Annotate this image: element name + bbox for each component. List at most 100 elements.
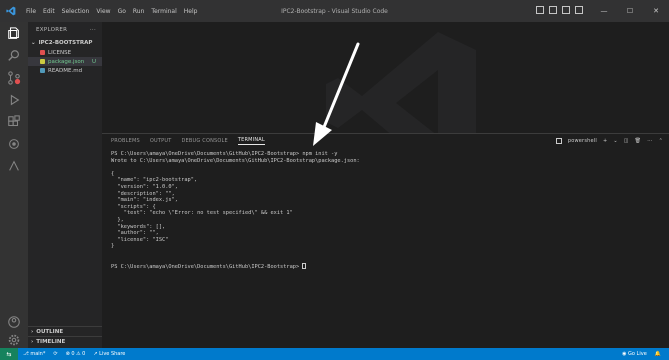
maximize-icon[interactable]: ☐ <box>617 0 643 22</box>
terminal-icon <box>555 138 562 144</box>
window-controls: — ☐ ✕ <box>591 0 669 22</box>
chevron-down-icon[interactable]: ⌄ <box>613 138 617 144</box>
terminal-line: PS C:\Users\amaya\OneDrive\Documents\Git… <box>111 151 338 157</box>
remote-indicator-icon[interactable]: ⇆ <box>0 348 18 360</box>
explorer-icon[interactable] <box>6 26 22 42</box>
git-graph-icon[interactable] <box>6 158 22 174</box>
title-bar: File Edit Selection View Go Run Terminal Help I… <box>0 0 669 22</box>
git-status-badge: U <box>91 58 96 65</box>
outline-label: OUTLINE <box>36 328 64 335</box>
tab-terminal[interactable]: TERMINAL <box>237 137 265 145</box>
terminal-line: "name": "ipc2-bootstrap", <box>111 177 198 184</box>
menu-item-edit[interactable]: Edit <box>43 8 55 15</box>
terminal-cursor[interactable] <box>302 263 307 270</box>
menu-item-view[interactable]: View <box>96 8 110 15</box>
file-name: README.md <box>48 67 83 74</box>
more-icon[interactable]: ··· <box>647 138 652 144</box>
workspace-folder[interactable]: ⌄ IPC2-BOOTSTRAP <box>28 38 102 48</box>
go-live-button[interactable]: ◉ Go Live <box>622 351 647 357</box>
layout-controls <box>536 6 583 14</box>
toggle-sidebar-icon[interactable] <box>536 6 544 14</box>
tab-debug-console[interactable]: DEBUG CONSOLE <box>181 138 227 144</box>
search-icon[interactable] <box>6 48 22 64</box>
file-name: package.json <box>48 58 85 65</box>
menu-bar: File Edit Selection View Go Run Terminal Help <box>26 8 197 15</box>
timeline-section[interactable]: › TIMELINE <box>28 336 102 346</box>
menu-item-go[interactable]: Go <box>118 8 126 15</box>
outline-section[interactable]: › OUTLINE <box>28 326 102 336</box>
explorer-header: EXPLORER ··· <box>28 22 102 38</box>
chevron-right-icon: › <box>31 328 34 335</box>
file-item[interactable]: package.json U <box>28 57 102 66</box>
branch-label: main* <box>30 351 46 357</box>
terminal-line: "test": "echo \"Error: no test specified… <box>111 210 293 217</box>
menu-item-selection[interactable]: Selection <box>62 8 90 15</box>
terminal-prompt: PS C:\Users\amaya\OneDrive\Documents\Git… <box>111 264 303 271</box>
vscode-logo-icon <box>0 0 22 22</box>
trash-icon[interactable]: 🗑 <box>635 138 642 144</box>
explorer-title: EXPLORER <box>36 27 68 33</box>
notifications-bell-icon[interactable]: 🔔 <box>655 351 661 357</box>
chevron-up-icon[interactable]: ⌃ <box>659 138 663 144</box>
terminal-line: "description": "", <box>111 190 175 197</box>
file-item[interactable]: README.md <box>28 66 102 75</box>
toggle-panel-icon[interactable] <box>549 6 557 14</box>
source-control-icon[interactable] <box>6 70 22 86</box>
chevron-right-icon: › <box>31 338 34 345</box>
sync-icon[interactable]: ⟳ <box>53 351 57 357</box>
customize-layout-icon[interactable] <box>575 6 583 14</box>
terminal-line: "keywords": [], <box>111 223 166 230</box>
terminal-line: "scripts": { <box>111 203 156 210</box>
settings-gear-icon[interactable] <box>6 332 22 348</box>
new-terminal-icon[interactable]: + <box>603 138 607 144</box>
status-bar: ⇆ ⎇ main* ⟳ ⊗ 0 ⚠ 0 ↗ Live Share ◉ Go Li… <box>0 348 669 360</box>
terminal-line: }, <box>111 216 124 223</box>
explorer-sidebar: EXPLORER ··· ⌄ IPC2-BOOTSTRAP LICENSE pac… <box>28 22 102 348</box>
json-icon <box>40 59 45 64</box>
remote-explorer-icon[interactable] <box>6 136 22 152</box>
file-name: LICENSE <box>48 49 72 56</box>
shell-label[interactable]: powershell <box>568 138 597 144</box>
vscode-watermark-icon <box>326 32 476 133</box>
terminal-line: } <box>111 243 115 250</box>
minimize-icon[interactable]: — <box>591 0 617 22</box>
terminal-line: "license": "ISC" <box>111 236 169 243</box>
terminal-line: "author": "", <box>111 230 159 237</box>
more-actions-icon[interactable]: ··· <box>90 27 96 33</box>
folder-label: IPC2-BOOTSTRAP <box>38 40 93 46</box>
terminal-prompt-line: PS C:\Users\amaya\OneDrive\Documents\Git… <box>111 263 660 271</box>
menu-item-run[interactable]: Run <box>133 8 145 15</box>
close-icon[interactable]: ✕ <box>643 0 669 22</box>
problems-status[interactable]: ⊗ 0 ⚠ 0 <box>66 351 86 357</box>
terminal-line: { <box>111 170 115 177</box>
go-live-label: Go Live <box>628 351 647 357</box>
tab-problems[interactable]: PROBLEMS <box>111 138 140 144</box>
terminal-line: Wrote to C:\Users\amaya\OneDrive\Documen… <box>111 157 360 164</box>
panel-actions: powershell + ⌄ ◫ 🗑 ··· ⌃ <box>555 138 663 144</box>
terminal-line: "version": "1.0.0", <box>111 183 178 190</box>
menu-item-terminal[interactable]: Terminal <box>151 8 176 15</box>
editor-area[interactable] <box>102 22 669 133</box>
activity-bar <box>0 22 28 348</box>
terminal-line: "main": "index.js", <box>111 197 178 204</box>
info-icon <box>40 68 45 73</box>
live-share-label: Live Share <box>99 351 126 357</box>
run-debug-icon[interactable] <box>6 92 22 108</box>
menu-item-file[interactable]: File <box>26 8 36 15</box>
branch-status[interactable]: ⎇ main* <box>23 351 45 357</box>
file-item[interactable]: LICENSE <box>28 48 102 57</box>
account-icon[interactable] <box>6 314 22 330</box>
tab-output[interactable]: OUTPUT <box>150 138 172 144</box>
license-icon <box>40 50 45 55</box>
toggle-secondary-sidebar-icon[interactable] <box>562 6 570 14</box>
terminal-output[interactable]: PS C:\Users\amaya\OneDrive\Documents\Git… <box>102 148 669 274</box>
extensions-icon[interactable] <box>6 114 22 130</box>
split-terminal-icon[interactable]: ◫ <box>624 138 629 144</box>
panel-tabs: PROBLEMS OUTPUT DEBUG CONSOLE TERMINAL powe… <box>102 134 669 148</box>
live-share-button[interactable]: ↗ Live Share <box>93 351 125 357</box>
timeline-label: TIMELINE <box>36 338 66 345</box>
menu-item-help[interactable]: Help <box>184 8 198 15</box>
